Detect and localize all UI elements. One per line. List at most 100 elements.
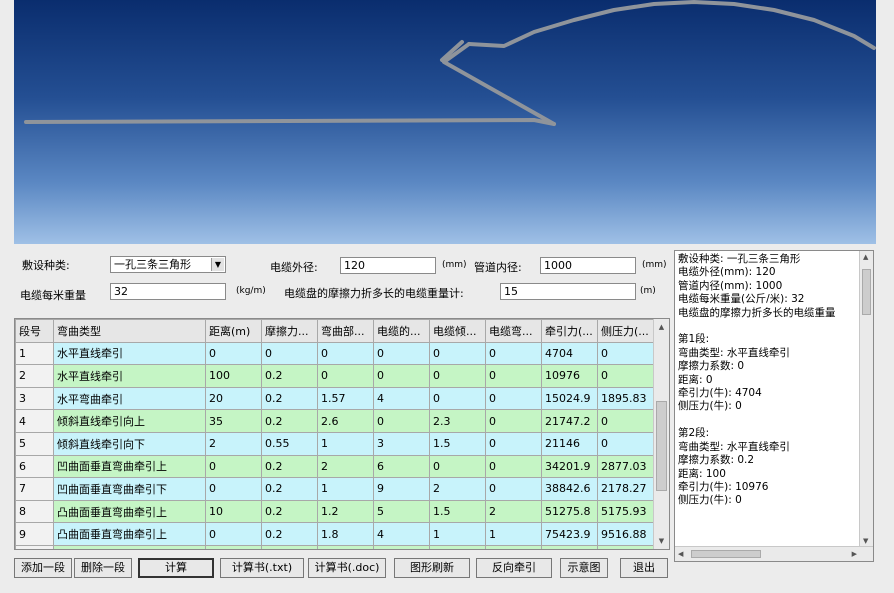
- table-cell[interactable]: 0.2: [261, 544, 318, 549]
- segment-table[interactable]: 段号 弯曲类型 距离(m) 摩擦力... 弯曲部... 电缆的... 电缆倾... 电缆弯..…: [14, 318, 670, 550]
- report-vertical-scrollbar[interactable]: ▲ ▼: [859, 251, 873, 547]
- column-header[interactable]: 距离(m): [205, 319, 262, 343]
- table-cell[interactable]: 2877.03: [597, 454, 654, 479]
- table-cell[interactable]: 2: [317, 454, 374, 479]
- delete-segment-button[interactable]: 删除一段: [74, 558, 132, 578]
- report-doc-button[interactable]: 计算书(.doc): [308, 558, 386, 578]
- column-header[interactable]: 弯曲部...: [317, 319, 374, 343]
- column-header[interactable]: 摩擦力...: [261, 319, 318, 343]
- table-cell[interactable]: 0.2: [261, 386, 318, 411]
- scroll-right-icon[interactable]: ▶: [852, 550, 857, 558]
- report-hscroll-thumb[interactable]: [691, 550, 761, 558]
- table-cell[interactable]: 1.5: [429, 499, 486, 524]
- table-cell[interactable]: 4: [373, 522, 430, 546]
- table-cell[interactable]: 0: [205, 477, 262, 501]
- table-cell[interactable]: 0: [205, 544, 262, 549]
- row-number-cell[interactable]: 3: [15, 386, 54, 411]
- table-cell[interactable]: 2178.27: [597, 477, 654, 501]
- table-cell[interactable]: 0: [429, 341, 486, 366]
- table-cell[interactable]: 0.2: [261, 454, 318, 479]
- table-cell[interactable]: 9516.88: [597, 522, 654, 546]
- table-row[interactable]: 7 凹曲面垂直弯曲牵引下 0 0.2 1 9 2 0 38842.6 2178.27: [15, 477, 654, 501]
- table-cell[interactable]: 1.57: [317, 386, 374, 411]
- row-number-cell[interactable]: 7: [15, 477, 54, 501]
- table-cell[interactable]: 0: [485, 364, 542, 388]
- table-cell[interactable]: 水平弯曲牵引: [53, 386, 206, 411]
- diagram-button[interactable]: 示意图: [560, 558, 608, 578]
- table-cell[interactable]: 0.55: [261, 431, 318, 456]
- column-header[interactable]: 电缆弯...: [485, 319, 542, 343]
- reverse-pull-button[interactable]: 反向牵引: [476, 558, 552, 578]
- table-row[interactable]: 10凸曲面垂直弯曲牵引上00.225.60011528210390.1: [15, 544, 654, 549]
- table-cell[interactable]: 0: [485, 341, 542, 366]
- table-cell[interactable]: 0: [205, 522, 262, 546]
- table-cell[interactable]: 0: [373, 364, 430, 388]
- table-cell[interactable]: 0: [485, 454, 542, 479]
- table-row[interactable]: 9 凸曲面垂直弯曲牵引上 0 0.2 1.8 4 1 1 75423.9 9516.88: [15, 522, 654, 546]
- table-cell[interactable]: 1: [317, 477, 374, 501]
- table-cell[interactable]: 1: [485, 522, 542, 546]
- table-row[interactable]: 3 水平弯曲牵引 20 0.2 1.57 4 0 0 15024.9 1895.83: [15, 386, 654, 411]
- report-txt-button[interactable]: 计算书(.txt): [220, 558, 304, 578]
- table-cell[interactable]: 38842.6: [541, 477, 598, 501]
- scroll-up-icon[interactable]: ▲: [863, 253, 868, 261]
- unit-weight-input[interactable]: 32: [110, 283, 226, 300]
- table-cell[interactable]: 15024.9: [541, 386, 598, 411]
- scroll-up-icon[interactable]: ▲: [654, 319, 669, 335]
- table-cell[interactable]: 0: [317, 341, 374, 366]
- table-cell[interactable]: 20: [205, 386, 262, 411]
- table-cell[interactable]: 0: [373, 341, 430, 366]
- table-cell[interactable]: 0: [597, 364, 654, 388]
- table-cell[interactable]: 0: [597, 409, 654, 433]
- table-row[interactable]: 5 倾斜直线牵引向下 2 0.55 1 3 1.5 0 21146 0: [15, 431, 654, 456]
- column-header[interactable]: 牵引力(...: [541, 319, 598, 343]
- table-row[interactable]: 6 凹曲面垂直弯曲牵引上 0 0.2 2 6 0 0 34201.9 2877.03: [15, 454, 654, 479]
- table-cell[interactable]: 0.2: [261, 409, 318, 433]
- row-number-cell[interactable]: 1: [15, 341, 54, 366]
- chevron-down-icon[interactable]: ▼: [211, 258, 224, 271]
- pipe-id-input[interactable]: 1000: [540, 257, 636, 274]
- table-cell[interactable]: 0: [317, 364, 374, 388]
- table-cell[interactable]: 0.2: [261, 522, 318, 546]
- table-cell[interactable]: 5.6: [373, 544, 430, 549]
- refresh-graph-button[interactable]: 图形刷新: [394, 558, 470, 578]
- table-cell[interactable]: 0: [485, 386, 542, 411]
- table-cell[interactable]: 75423.9: [541, 522, 598, 546]
- table-cell[interactable]: 0: [597, 431, 654, 456]
- table-cell[interactable]: 水平直线牵引: [53, 364, 206, 388]
- table-cell[interactable]: 2: [317, 544, 374, 549]
- table-cell[interactable]: 0: [373, 409, 430, 433]
- table-cell[interactable]: 115282: [541, 544, 598, 549]
- table-cell[interactable]: 0: [429, 544, 486, 549]
- table-cell[interactable]: 水平直线牵引: [53, 341, 206, 366]
- table-cell[interactable]: 0: [205, 341, 262, 366]
- table-cell[interactable]: 34201.9: [541, 454, 598, 479]
- table-cell[interactable]: 1.2: [317, 499, 374, 524]
- table-cell[interactable]: 1: [429, 522, 486, 546]
- column-header[interactable]: 电缆的...: [373, 319, 430, 343]
- table-cell[interactable]: 1: [317, 431, 374, 456]
- scroll-left-icon[interactable]: ◀: [678, 550, 683, 558]
- table-cell[interactable]: 21747.2: [541, 409, 598, 433]
- table-cell[interactable]: 2: [485, 499, 542, 524]
- cable-od-input[interactable]: 120: [340, 257, 436, 274]
- table-vertical-scrollbar[interactable]: ▲ ▼: [653, 319, 669, 549]
- table-cell[interactable]: 51275.8: [541, 499, 598, 524]
- table-row[interactable]: 1 水平直线牵引 0 0 0 0 0 0 4704 0: [15, 341, 654, 366]
- exit-button[interactable]: 退出: [620, 558, 668, 578]
- table-cell[interactable]: 10390.1: [597, 544, 654, 549]
- table-cell[interactable]: 倾斜直线牵引向上: [53, 409, 206, 433]
- table-cell[interactable]: 0: [429, 364, 486, 388]
- table-cell[interactable]: 0: [597, 341, 654, 366]
- table-cell[interactable]: 凹曲面垂直弯曲牵引下: [53, 477, 206, 501]
- table-cell[interactable]: 4704: [541, 341, 598, 366]
- add-segment-button[interactable]: 添加一段: [14, 558, 72, 578]
- row-number-cell[interactable]: 9: [15, 522, 54, 546]
- table-cell[interactable]: 10976: [541, 364, 598, 388]
- table-cell[interactable]: 凸曲面垂直弯曲牵引上: [53, 522, 206, 546]
- table-cell[interactable]: 9: [373, 477, 430, 501]
- scroll-down-icon[interactable]: ▼: [654, 533, 669, 549]
- report-scroll-thumb[interactable]: [862, 269, 871, 315]
- table-cell[interactable]: 1.8: [317, 522, 374, 546]
- drum-friction-input[interactable]: 15: [500, 283, 636, 300]
